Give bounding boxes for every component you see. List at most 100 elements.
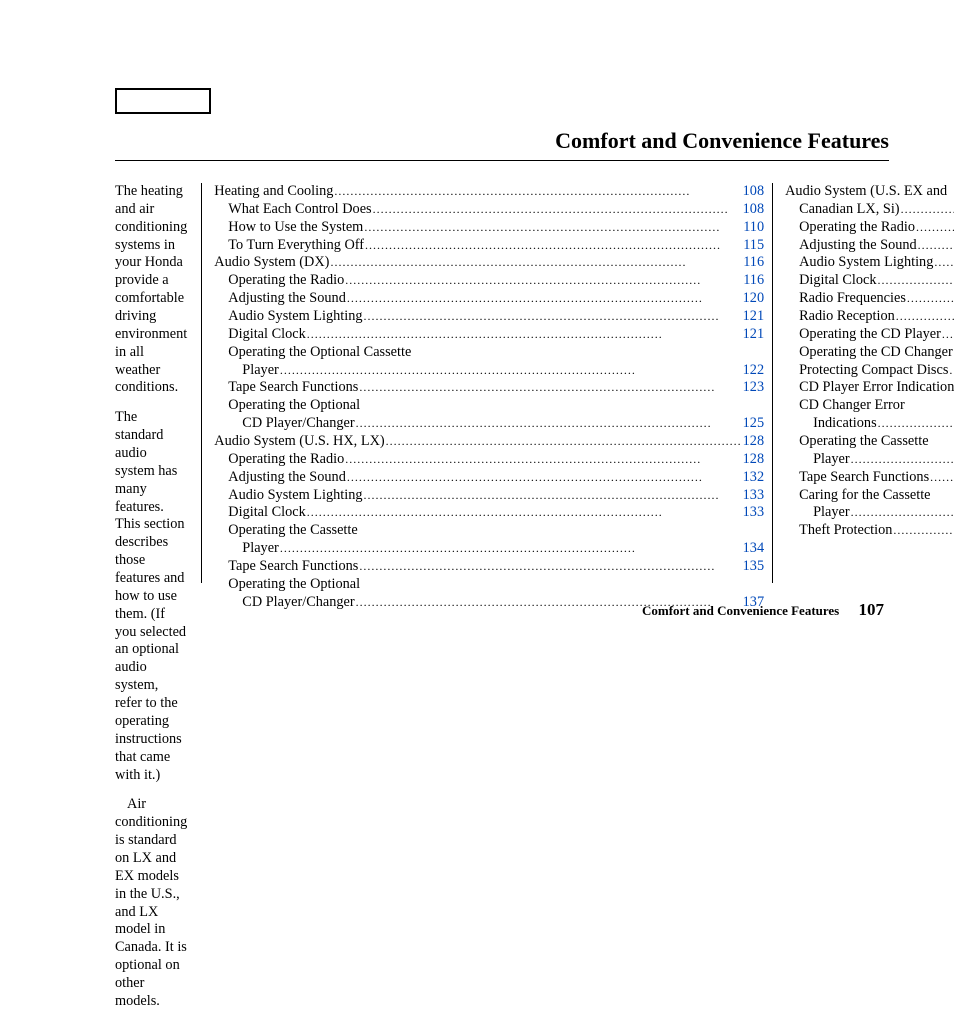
- toc-label: Operating the Optional: [214, 397, 360, 415]
- toc-entry: Operating the CD Changer 151: [785, 344, 954, 362]
- toc-label: Audio System (DX): [214, 254, 329, 272]
- toc-label: Audio System (U.S. EX and: [785, 183, 947, 201]
- toc-page-link[interactable]: 115: [743, 237, 764, 255]
- toc-dots: [344, 452, 742, 467]
- toc-page-link[interactable]: 135: [743, 558, 764, 576]
- toc-dots: [344, 273, 743, 288]
- toc-entry: Operating the Optional: [214, 576, 764, 594]
- toc-label: Radio Reception: [785, 308, 895, 326]
- toc-label: Audio System Lighting: [214, 487, 362, 505]
- toc-dots: [363, 488, 743, 503]
- page-footer: Comfort and Convenience Features 107: [642, 600, 884, 620]
- toc-label: Tape Search Functions: [214, 558, 358, 576]
- toc-page-link[interactable]: 121: [743, 326, 764, 344]
- intro-column: The heating and air conditioning systems…: [115, 183, 201, 1023]
- intro-paragraph-2: The standard audio system has many featu…: [115, 409, 187, 784]
- toc-entry: What Each Control Does 108: [214, 201, 764, 219]
- toc-label: Audio System Lighting: [214, 308, 362, 326]
- toc-dots: [850, 452, 954, 467]
- toc-label: Operating the CD Player: [785, 326, 941, 344]
- toc-dots: [306, 505, 743, 520]
- footer-label: Comfort and Convenience Features: [642, 603, 839, 618]
- toc-entry: Theft Protection 159: [785, 522, 954, 540]
- toc-page-link[interactable]: 116: [743, 272, 764, 290]
- intro-paragraph-3: Air conditioning is standard on LX and E…: [115, 796, 187, 1010]
- toc-entry: Player 155: [785, 451, 954, 469]
- toc-dots: [915, 220, 954, 235]
- toc-page-link[interactable]: 116: [743, 254, 764, 272]
- toc-dots: [329, 255, 743, 270]
- toc-entry: Operating the Radio 128: [214, 451, 764, 469]
- toc-entry: Caring for the Cassette: [785, 487, 954, 505]
- toc-label: Indications: [785, 415, 877, 433]
- toc-page-link[interactable]: 133: [743, 487, 764, 505]
- toc-label: To Turn Everything Off: [214, 237, 364, 255]
- toc-label: Operating the Optional Cassette: [214, 344, 411, 362]
- toc-entry: Operating the Radio 116: [214, 272, 764, 290]
- toc-dots: [363, 220, 743, 235]
- toc-dots: [900, 202, 954, 217]
- toc-label: Audio System Lighting: [785, 254, 933, 272]
- toc-page-link[interactable]: 122: [743, 362, 764, 380]
- toc-entry: Player 158: [785, 504, 954, 522]
- toc-page-link[interactable]: 123: [743, 379, 764, 397]
- toc-label: Operating the Cassette: [214, 522, 357, 540]
- toc-entry: Audio System Lighting 145: [785, 254, 954, 272]
- toc-dots: [877, 273, 954, 288]
- toc-entry: Radio Reception 147: [785, 308, 954, 326]
- toc-label: Adjusting the Sound: [785, 237, 917, 255]
- toc-dots: [941, 327, 954, 342]
- toc-dots: [877, 416, 954, 431]
- toc-entry: Player 122: [214, 362, 764, 380]
- toc-page-link[interactable]: 128: [743, 433, 764, 451]
- toc-page-link[interactable]: 108: [743, 201, 764, 219]
- toc-label: Canadian LX, Si): [785, 201, 899, 219]
- toc-dots: [346, 470, 743, 485]
- toc-label: Player: [214, 362, 279, 380]
- toc-page-link[interactable]: 110: [743, 219, 764, 237]
- toc-entry: Adjusting the Sound 144: [785, 237, 954, 255]
- toc-dots: [929, 470, 954, 485]
- toc-entry: Audio System (U.S. HX, LX) 128: [214, 433, 764, 451]
- toc-label: Digital Clock: [214, 504, 305, 522]
- toc-entry: Operating the CD Player 149: [785, 326, 954, 344]
- toc-label: CD Player/Changer: [214, 594, 354, 612]
- toc-label: Digital Clock: [214, 326, 305, 344]
- toc-dots: [917, 238, 954, 253]
- toc-entry: Tape Search Functions 123: [214, 379, 764, 397]
- column-separator: [772, 183, 773, 583]
- toc-dots: [364, 238, 743, 253]
- toc-label: Player: [785, 504, 850, 522]
- toc-entry: Adjusting the Sound 120: [214, 290, 764, 308]
- toc-page-link[interactable]: 120: [743, 290, 764, 308]
- toc-entry: Canadian LX, Si) 140: [785, 201, 954, 219]
- toc-entry: CD Player/Changer 125: [214, 415, 764, 433]
- toc-page-link[interactable]: 132: [743, 469, 764, 487]
- toc-label: Operating the Radio: [785, 219, 915, 237]
- toc-dots: [363, 309, 743, 324]
- toc-dots: [358, 559, 742, 574]
- toc-entry: Audio System Lighting 133: [214, 487, 764, 505]
- toc-page-link[interactable]: 128: [743, 451, 764, 469]
- toc-page-link[interactable]: 125: [743, 415, 764, 433]
- toc-entry: Audio System (DX) 116: [214, 254, 764, 272]
- toc-label: Audio System (U.S. HX, LX): [214, 433, 384, 451]
- toc-page-link[interactable]: 121: [743, 308, 764, 326]
- toc-label: Tape Search Functions: [214, 379, 358, 397]
- toc-entry: Operating the Radio 140: [785, 219, 954, 237]
- toc-dots: [279, 541, 743, 556]
- toc-entry: CD Changer Error: [785, 397, 954, 415]
- toc-dots: [306, 327, 743, 342]
- toc-label: Theft Protection: [785, 522, 892, 540]
- toc-page-link[interactable]: 133: [743, 504, 764, 522]
- toc-dots: [933, 255, 954, 270]
- toc-page-link[interactable]: 108: [743, 183, 764, 201]
- toc-label: Operating the Cassette: [785, 433, 928, 451]
- toc-label: Radio Frequencies: [785, 290, 906, 308]
- toc-entry: Tape Search Functions 156: [785, 469, 954, 487]
- toc-entry: Digital Clock 133: [214, 504, 764, 522]
- toc-entry: Operating the Optional Cassette: [214, 344, 764, 362]
- toc-entry: CD Player Error Indications 153: [785, 379, 954, 397]
- toc-page-link[interactable]: 134: [743, 540, 764, 558]
- toc-dots: [892, 523, 954, 538]
